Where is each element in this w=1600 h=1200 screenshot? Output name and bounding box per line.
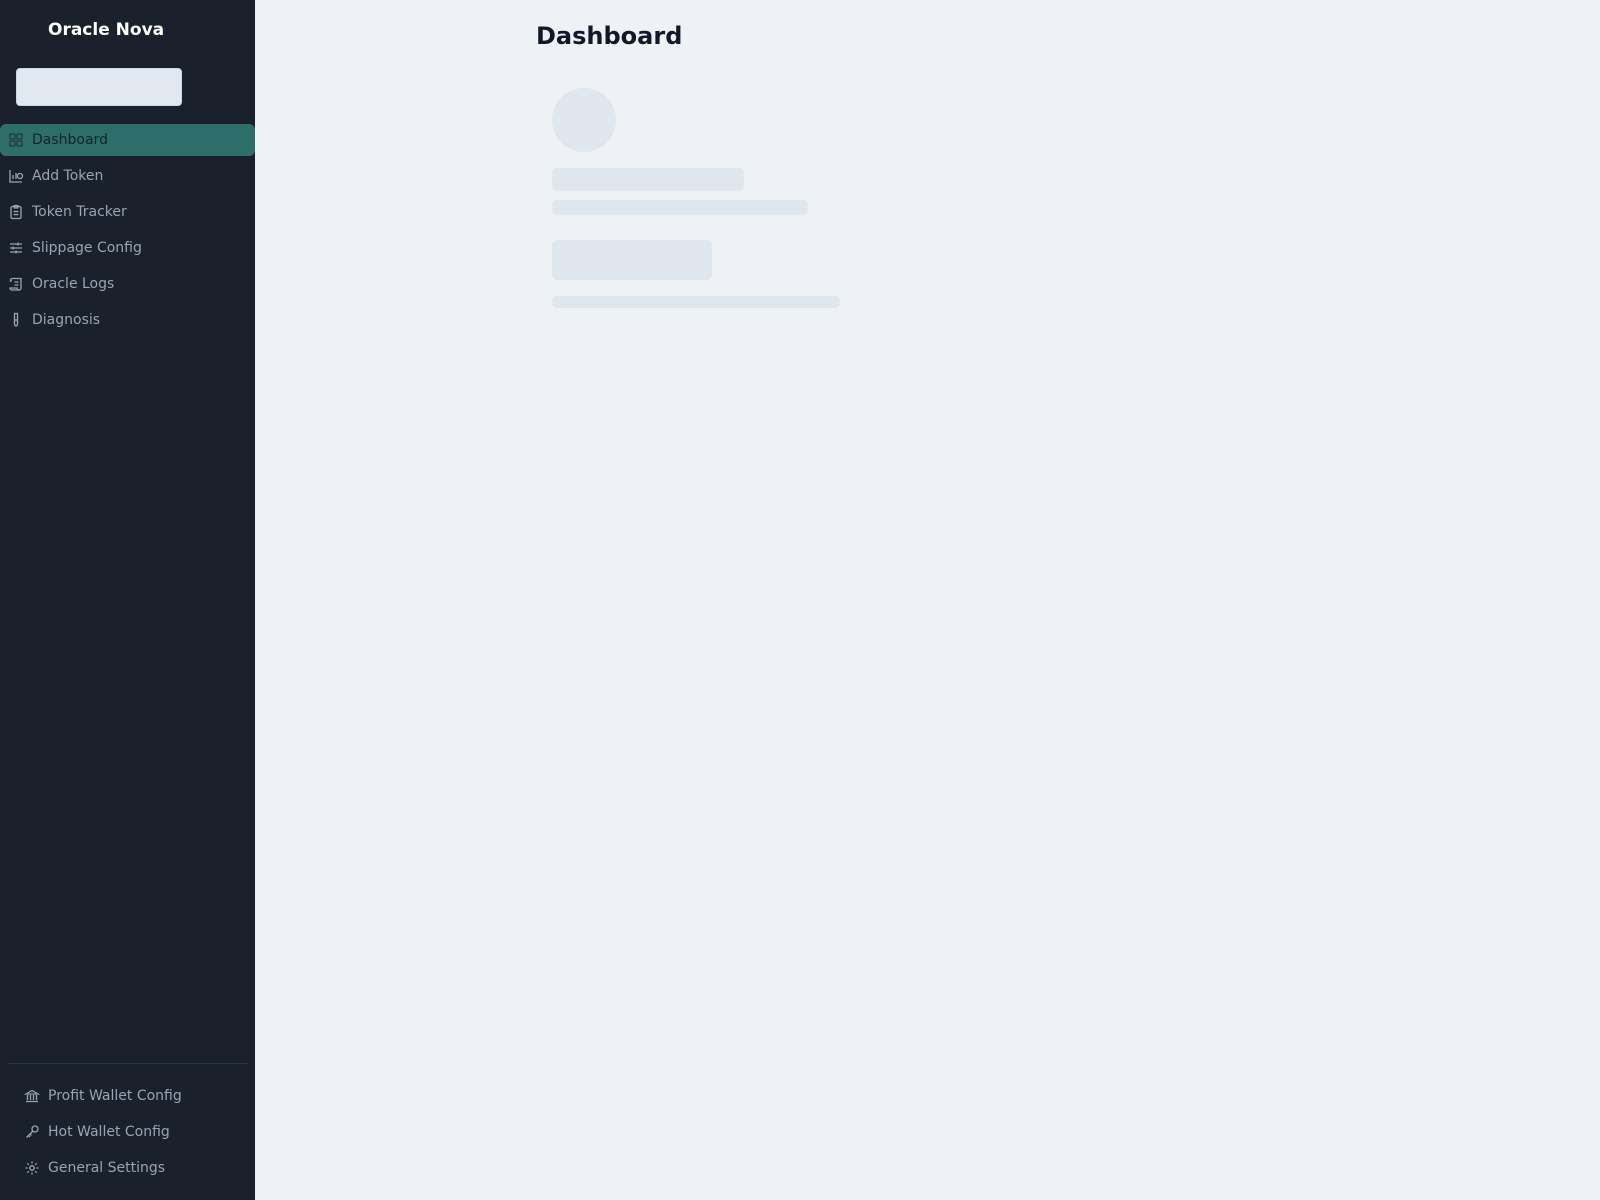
page-title: Dashboard [536,22,683,50]
sidebar-item-slippage-config[interactable]: Slippage Config [0,232,255,264]
sidebar-item-profit-wallet-config[interactable]: Profit Wallet Config [0,1080,255,1112]
sidebar-item-diagnosis[interactable]: Diagnosis [0,304,255,336]
chart-add-icon [8,168,24,184]
scroll-icon [8,276,24,292]
sidebar-item-token-tracker[interactable]: Token Tracker [0,196,255,228]
sidebar-item-oracle-logs[interactable]: Oracle Logs [0,268,255,300]
sidebar: Oracle Nova Dashboard Add Token Token Tr… [0,0,255,1200]
gear-icon [24,1160,40,1176]
sidebar-item-general-settings[interactable]: General Settings [0,1152,255,1184]
sliders-icon [8,240,24,256]
sidebar-item-dashboard[interactable]: Dashboard [0,124,255,156]
skeleton-block [552,240,712,280]
sidebar-item-label: Dashboard [32,132,108,148]
search-input[interactable] [16,68,182,106]
sidebar-item-label: General Settings [48,1160,166,1176]
sidebar-divider [8,1063,248,1064]
sidebar-item-label: Slippage Config [32,240,142,256]
sidebar-item-label: Oracle Logs [32,276,115,292]
key-icon [24,1124,40,1140]
sidebar-nav: Dashboard Add Token Token Tracker Slippa… [0,124,255,340]
skeleton-avatar [552,88,616,152]
app-title: Oracle Nova [48,20,165,40]
sidebar-item-label: Add Token [32,168,104,184]
sidebar-bottom-nav: Profit Wallet Config Hot Wallet Config G… [0,1080,255,1188]
sidebar-item-label: Diagnosis [32,312,101,328]
bank-icon [24,1088,40,1104]
sidebar-item-add-token[interactable]: Add Token [0,160,255,192]
sidebar-item-hot-wallet-config[interactable]: Hot Wallet Config [0,1116,255,1148]
clipboard-icon [8,204,24,220]
dashboard-grid-icon [8,132,24,148]
test-tube-icon [8,312,24,328]
skeleton-text-line [552,296,840,308]
sidebar-item-label: Token Tracker [32,204,127,220]
skeleton-heading [552,168,744,191]
skeleton-text-line [552,200,808,215]
sidebar-item-label: Profit Wallet Config [48,1088,182,1104]
sidebar-item-label: Hot Wallet Config [48,1124,170,1140]
